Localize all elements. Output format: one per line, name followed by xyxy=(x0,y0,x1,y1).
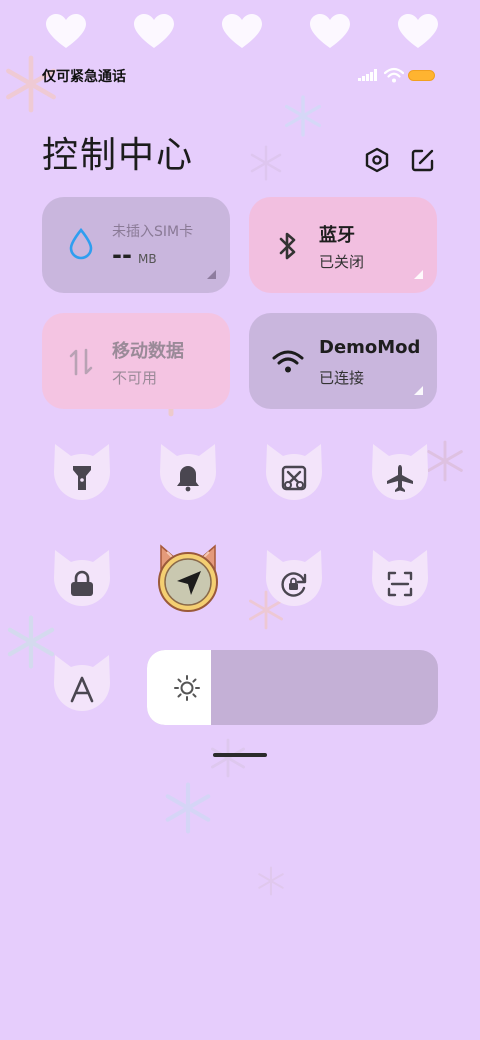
settings-hexagon-icon xyxy=(365,147,389,173)
snowflake-decoration-icon xyxy=(165,782,211,834)
battery-icon xyxy=(408,70,435,81)
scan-toggle[interactable] xyxy=(370,548,430,610)
snowflake-decoration-icon xyxy=(7,615,55,669)
bluetooth-status: 已关闭 xyxy=(319,253,365,271)
snowflake-decoration-icon xyxy=(427,440,463,482)
rotation-lock-toggle[interactable] xyxy=(264,548,324,610)
wifi-tile[interactable]: DemoMode 已连接 xyxy=(249,313,437,409)
brightness-slider[interactable] xyxy=(147,650,438,725)
mobile-data-tile[interactable]: 移动数据 不可用 xyxy=(42,313,230,409)
bell-icon xyxy=(172,462,204,494)
expand-corner-icon xyxy=(414,386,423,395)
location-arrow-icon xyxy=(173,567,205,599)
rotation-lock-icon xyxy=(278,568,310,600)
flashlight-icon xyxy=(66,462,98,494)
snowflake-decoration-icon xyxy=(250,145,282,181)
heart-decoration-icon xyxy=(46,14,86,48)
drag-handle[interactable] xyxy=(213,753,267,757)
page-title: 控制中心 xyxy=(42,135,195,176)
mobile-data-label: 移动数据 xyxy=(112,341,184,362)
settings-button[interactable] xyxy=(360,143,394,177)
snowflake-decoration-icon xyxy=(258,866,284,896)
bluetooth-tile[interactable]: 蓝牙 已关闭 xyxy=(249,197,437,293)
snowflake-decoration-icon xyxy=(210,738,246,778)
water-drop-icon xyxy=(64,227,98,261)
sun-icon xyxy=(174,675,200,701)
bluetooth-label: 蓝牙 xyxy=(319,225,355,246)
heart-decoration-icon xyxy=(310,14,350,48)
wifi-status: 已连接 xyxy=(319,369,365,387)
flashlight-toggle[interactable] xyxy=(52,442,112,504)
heart-decoration-icon xyxy=(134,14,174,48)
edit-icon xyxy=(411,149,434,172)
data-usage-label: 未插入SIM卡 xyxy=(112,224,194,240)
airplane-mode-toggle[interactable] xyxy=(370,442,430,504)
heart-decoration-icon xyxy=(222,14,262,48)
wifi-icon xyxy=(384,67,404,83)
status-carrier-text: 仅可紧急通话 xyxy=(42,69,126,85)
lock-icon xyxy=(66,568,98,600)
snowflake-decoration-icon xyxy=(284,95,322,137)
signal-icon xyxy=(358,69,377,81)
font-a-icon xyxy=(66,673,98,705)
mobile-data-arrows-icon xyxy=(64,345,98,379)
heart-decoration-icon xyxy=(398,14,438,48)
font-size-toggle[interactable] xyxy=(52,653,112,715)
mobile-data-status: 不可用 xyxy=(112,369,158,387)
location-toggle[interactable] xyxy=(157,544,219,614)
data-usage-value: -- xyxy=(112,241,132,269)
data-usage-unit: MB xyxy=(138,252,157,266)
lock-screen-toggle[interactable] xyxy=(52,548,112,610)
airplane-icon xyxy=(384,462,416,494)
expand-corner-icon xyxy=(414,270,423,279)
silent-toggle[interactable] xyxy=(158,442,218,504)
wifi-icon xyxy=(271,345,305,379)
screenshot-toggle[interactable] xyxy=(264,442,324,504)
bluetooth-icon xyxy=(271,229,305,263)
wifi-network-name: DemoMode xyxy=(319,337,419,358)
screenshot-scissors-icon xyxy=(278,462,310,494)
scan-icon xyxy=(384,568,416,600)
expand-corner-icon xyxy=(207,270,216,279)
data-usage-tile[interactable]: 未插入SIM卡 -- MB xyxy=(42,197,230,293)
edit-button[interactable] xyxy=(406,143,440,177)
